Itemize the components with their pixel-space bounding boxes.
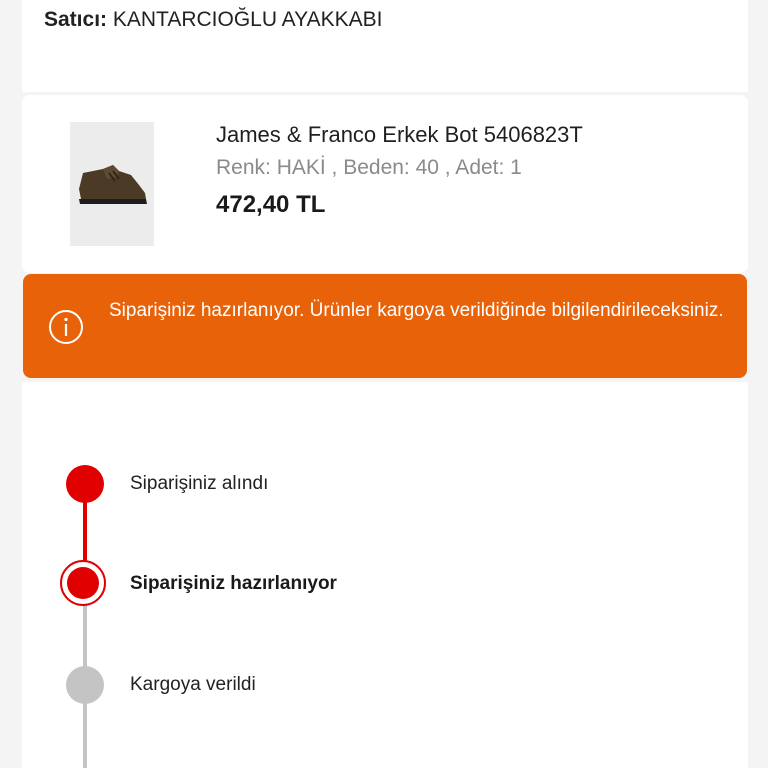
seller-info: Satıcı: KANTARCIOĞLU AYAKKABI — [44, 8, 382, 32]
product-price: 472,40 TL — [216, 191, 326, 218]
timeline-step-label: Kargoya verildi — [130, 674, 256, 695]
timeline-step-dot-pending — [66, 666, 104, 704]
order-timeline: Siparişiniz alındı Siparişiniz hazırlanı… — [22, 382, 748, 768]
seller-panel: Satıcı: KANTARCIOĞLU AYAKKABI — [22, 0, 748, 92]
info-icon — [49, 310, 83, 344]
product-image[interactable] — [70, 122, 154, 246]
status-banner: Siparişiniz hazırlanıyor. Ürünler kargoy… — [23, 274, 747, 378]
product-attributes: Renk: HAKİ , Beden: 40 , Adet: 1 — [216, 156, 522, 179]
timeline-step-label-active: Siparişiniz hazırlanıyor — [130, 573, 337, 594]
status-message: Siparişiniz hazırlanıyor. Ürünler kargoy… — [109, 300, 724, 321]
boot-icon — [79, 165, 147, 204]
product-card[interactable]: James & Franco Erkek Bot 5406823T Renk: … — [22, 95, 748, 273]
seller-name[interactable]: KANTARCIOĞLU AYAKKABI — [113, 8, 383, 31]
timeline-step-dot-done — [66, 465, 104, 503]
timeline-step-dot-active — [60, 560, 106, 606]
timeline-step-label: Siparişiniz alındı — [130, 473, 269, 494]
seller-label: Satıcı: — [44, 8, 108, 31]
product-name[interactable]: James & Franco Erkek Bot 5406823T — [216, 122, 583, 148]
